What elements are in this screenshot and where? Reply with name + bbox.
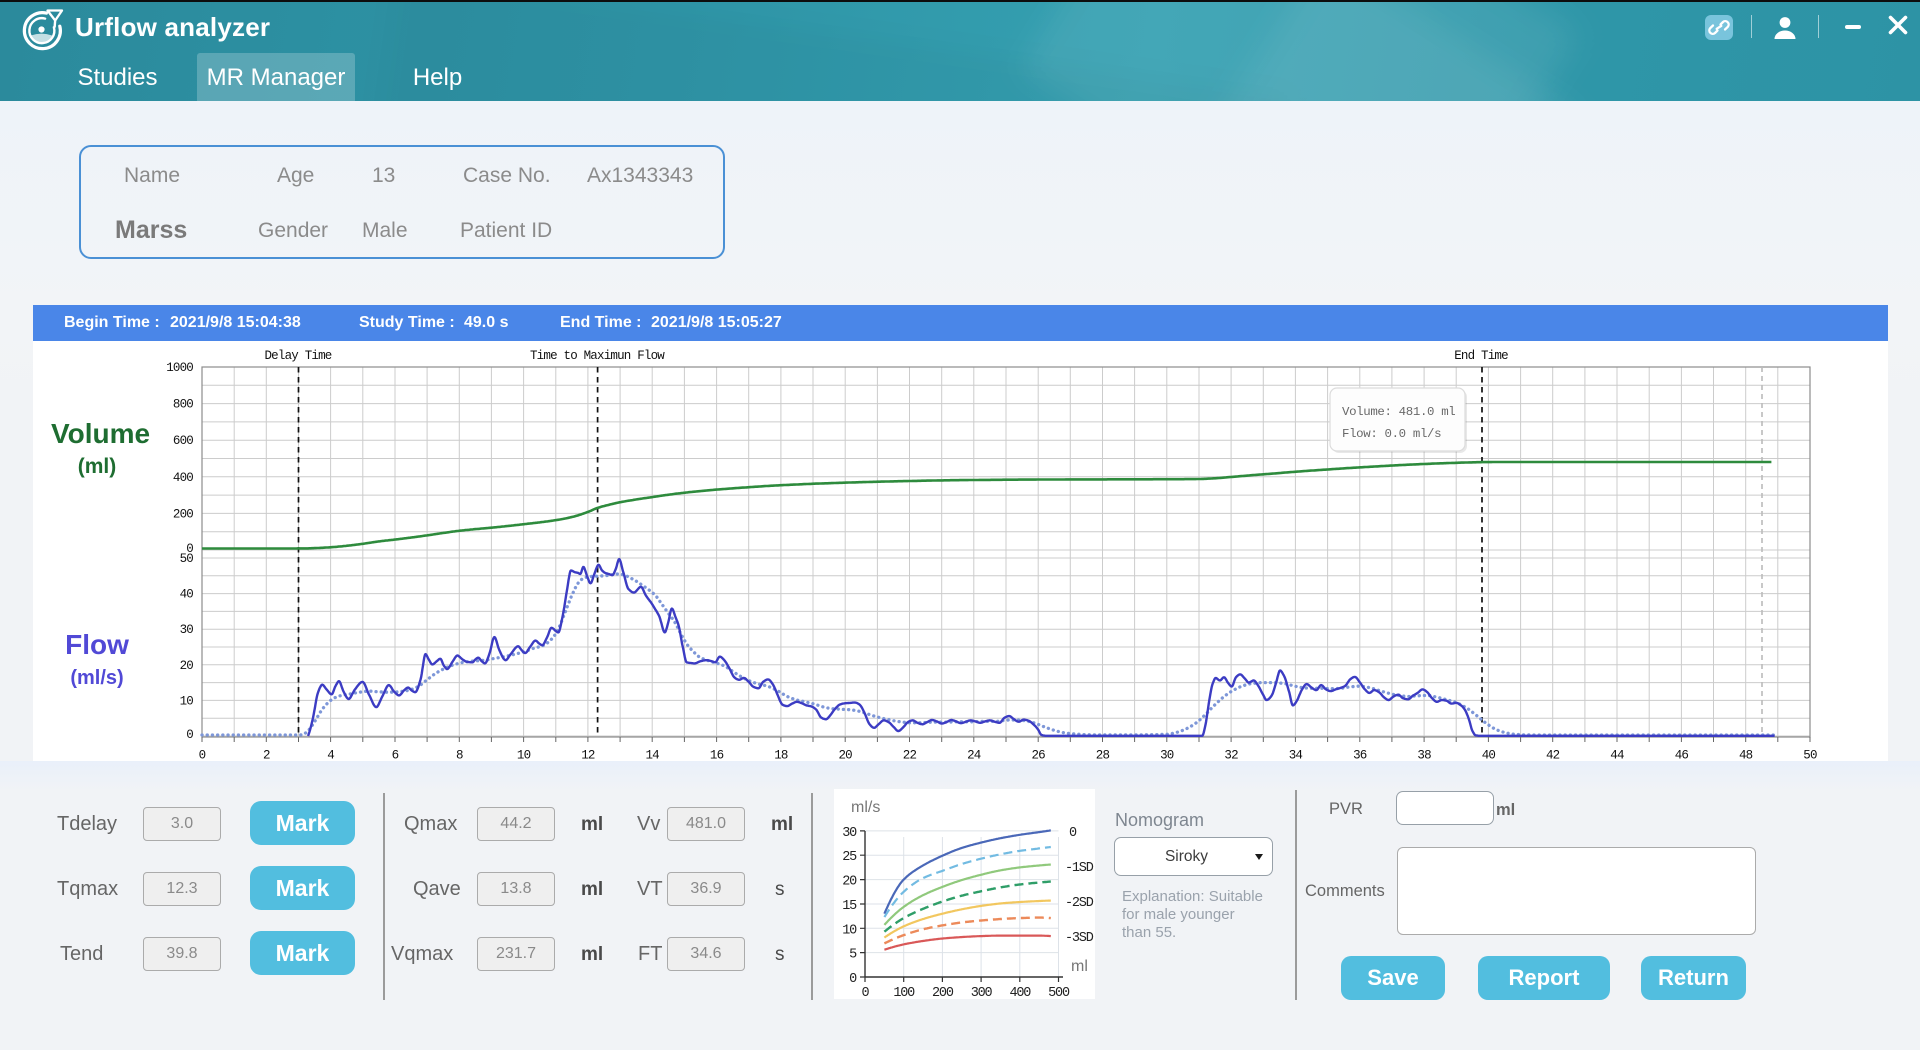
svg-text:ml: ml <box>1071 958 1088 975</box>
svg-text:44: 44 <box>1610 749 1624 763</box>
svg-text:Delay Time: Delay Time <box>264 349 331 363</box>
svg-text:End Time: End Time <box>1454 349 1508 363</box>
svg-text:ml/s: ml/s <box>851 799 880 816</box>
svg-text:0: 0 <box>1069 826 1077 841</box>
svg-text:22: 22 <box>903 749 917 763</box>
svg-text:18: 18 <box>774 749 788 763</box>
svg-text:46: 46 <box>1675 749 1689 763</box>
svg-text:400: 400 <box>1009 986 1031 999</box>
svg-text:0: 0 <box>862 986 870 999</box>
svg-text:8: 8 <box>456 749 463 763</box>
svg-text:0: 0 <box>849 972 857 987</box>
svg-text:14: 14 <box>645 749 659 763</box>
svg-text:0: 0 <box>199 749 206 763</box>
svg-text:10: 10 <box>180 694 194 708</box>
svg-text:10: 10 <box>842 923 857 938</box>
svg-text:600: 600 <box>173 434 193 448</box>
svg-text:26: 26 <box>1031 749 1045 763</box>
svg-text:100: 100 <box>893 986 915 999</box>
svg-text:25: 25 <box>842 850 857 865</box>
svg-text:36: 36 <box>1353 749 1367 763</box>
svg-text:32: 32 <box>1224 749 1238 763</box>
svg-text:10: 10 <box>517 749 531 763</box>
svg-text:15: 15 <box>842 899 857 914</box>
svg-text:30: 30 <box>842 826 857 841</box>
svg-text:20: 20 <box>838 749 852 763</box>
svg-text:-2SD: -2SD <box>1065 896 1094 911</box>
svg-text:500: 500 <box>1048 986 1070 999</box>
svg-text:400: 400 <box>173 471 193 485</box>
svg-text:30: 30 <box>180 623 194 637</box>
svg-text:Volume: 481.0 ml: Volume: 481.0 ml <box>1342 405 1455 419</box>
svg-text:48: 48 <box>1739 749 1753 763</box>
svg-text:1000: 1000 <box>166 361 193 375</box>
svg-text:-1SD: -1SD <box>1065 861 1094 876</box>
svg-text:34: 34 <box>1289 749 1303 763</box>
svg-text:200: 200 <box>932 986 954 999</box>
svg-text:Time to Maximun Flow: Time to Maximun Flow <box>530 349 665 363</box>
svg-text:16: 16 <box>710 749 724 763</box>
svg-text:38: 38 <box>1417 749 1431 763</box>
svg-text:50: 50 <box>180 552 194 566</box>
svg-text:20: 20 <box>180 659 194 673</box>
svg-text:30: 30 <box>1160 749 1174 763</box>
svg-text:200: 200 <box>173 507 193 521</box>
svg-text:300: 300 <box>971 986 993 999</box>
svg-text:2: 2 <box>263 749 270 763</box>
svg-text:20: 20 <box>842 875 857 890</box>
svg-text:28: 28 <box>1096 749 1110 763</box>
svg-text:800: 800 <box>173 398 193 412</box>
svg-text:0: 0 <box>186 728 193 742</box>
svg-text:40: 40 <box>1482 749 1496 763</box>
svg-text:6: 6 <box>392 749 399 763</box>
svg-text:40: 40 <box>180 588 194 602</box>
svg-text:4: 4 <box>327 749 334 763</box>
svg-text:Flow: 0.0 ml/s: Flow: 0.0 ml/s <box>1342 427 1441 441</box>
svg-text:24: 24 <box>967 749 981 763</box>
svg-text:5: 5 <box>849 948 857 963</box>
svg-text:42: 42 <box>1546 749 1560 763</box>
svg-text:-3SD: -3SD <box>1065 931 1094 946</box>
svg-text:12: 12 <box>581 749 595 763</box>
svg-text:50: 50 <box>1803 749 1817 763</box>
